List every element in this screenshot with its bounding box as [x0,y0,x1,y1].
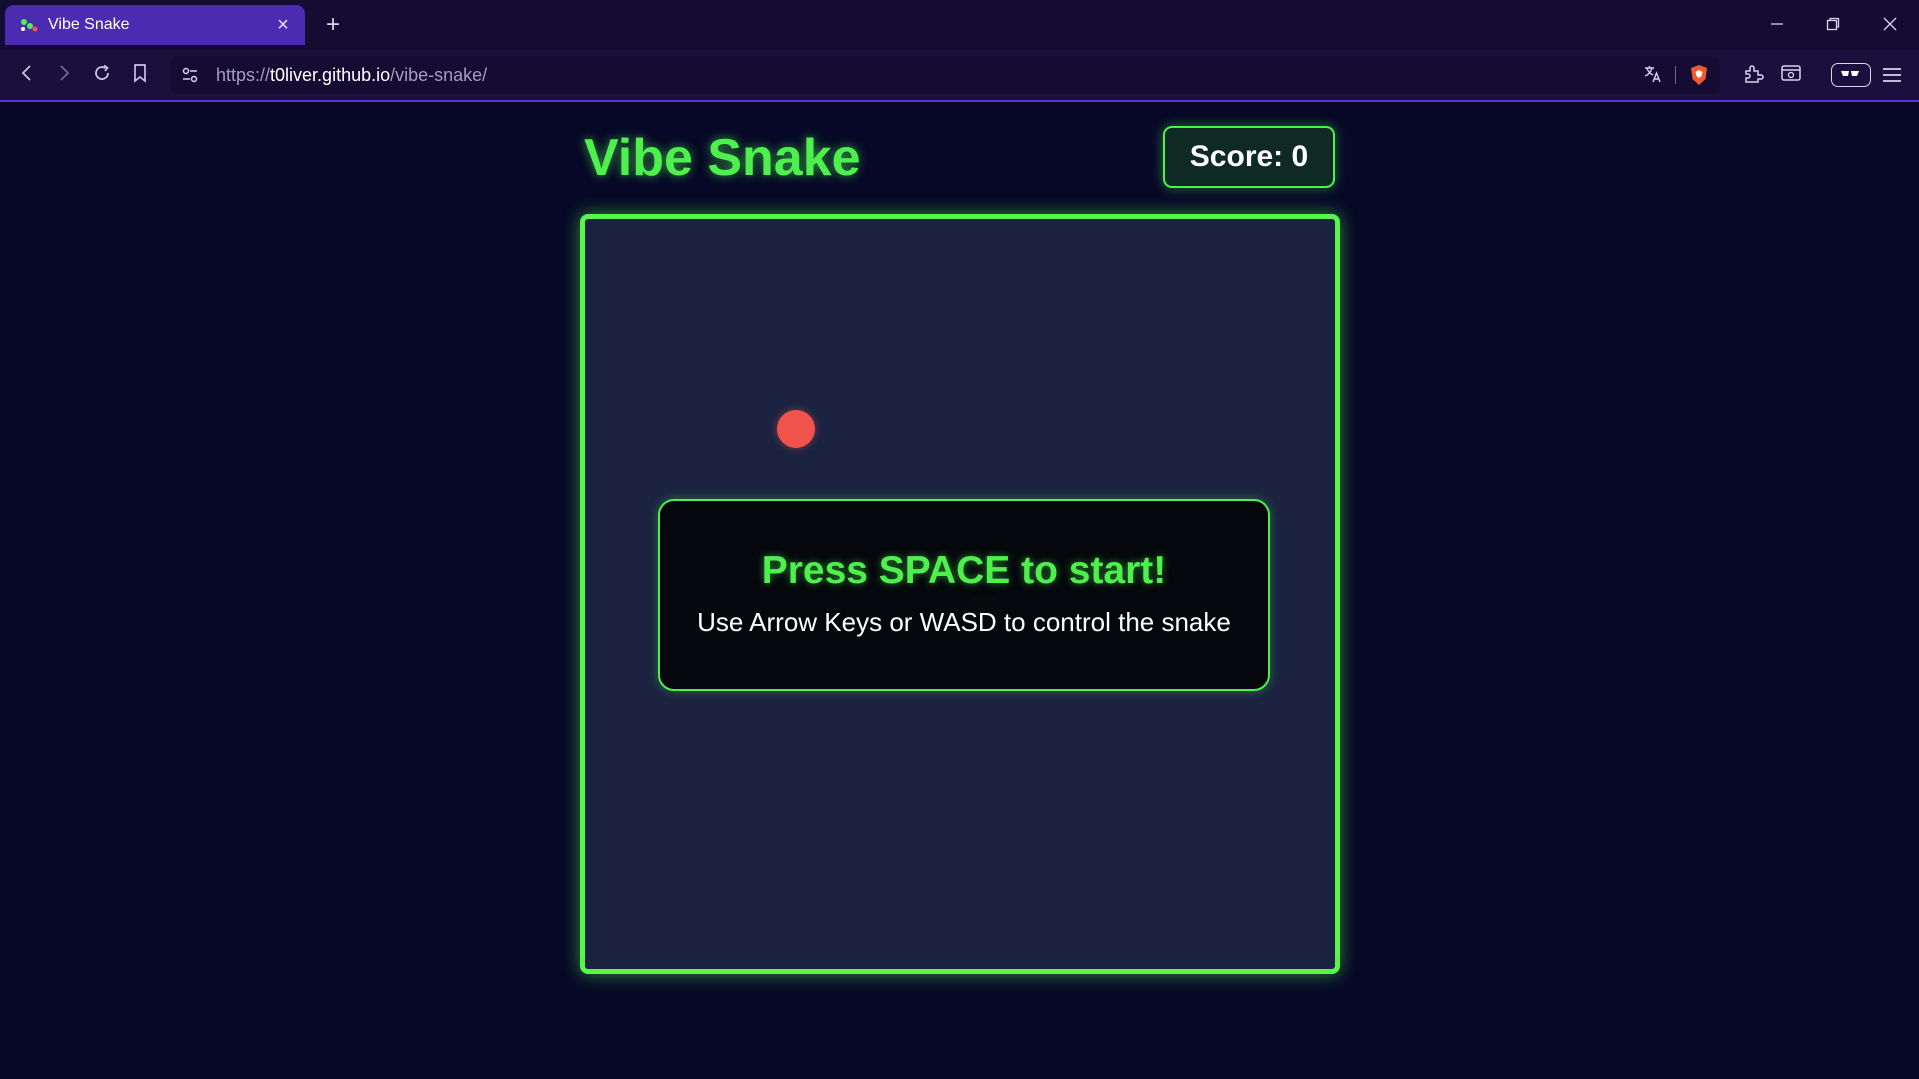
translate-icon[interactable] [1642,64,1664,86]
reload-icon[interactable] [89,63,115,89]
tab-title: Vibe Snake [48,16,130,33]
sidebar-icon[interactable] [1778,63,1804,89]
url-path: /vibe-snake/ [390,65,488,85]
brave-shield-icon[interactable] [1688,64,1710,86]
forward-icon[interactable] [51,63,77,89]
site-settings-icon[interactable] [180,65,200,85]
browser-toolbar: https://t0liver.github.io/vibe-snake/ [0,50,1919,102]
vpn-icon[interactable] [1831,63,1871,87]
menu-icon[interactable] [1881,65,1903,85]
bookmark-icon[interactable] [127,63,153,89]
tab-bar: Vibe Snake × + [0,0,1919,50]
extensions-icon[interactable] [1740,63,1766,89]
url-host: t0liver.github.io [270,65,391,85]
game-board[interactable]: Press SPACE to start! Use Arrow Keys or … [580,214,1340,974]
start-prompt: Press SPACE to start! [761,549,1167,592]
back-icon[interactable] [14,63,40,89]
minimize-icon[interactable] [1757,10,1797,40]
active-tab[interactable]: Vibe Snake × [5,5,305,45]
window-close-icon[interactable] [1870,10,1910,40]
url-divider [1675,66,1676,84]
new-tab-plus-icon[interactable]: + [320,12,346,38]
food-apple [777,410,815,448]
score-display: Score: 0 [1163,126,1335,188]
tab-close-icon[interactable]: × [273,15,293,35]
page-title: Vibe Snake [584,129,861,187]
start-overlay: Press SPACE to start! Use Arrow Keys or … [658,499,1270,691]
address-bar[interactable]: https://t0liver.github.io/vibe-snake/ [170,56,1720,94]
url-text[interactable]: https://t0liver.github.io/vibe-snake/ [216,65,487,86]
snake-favicon-icon [21,19,38,32]
url-scheme: https:// [216,65,271,85]
restore-icon[interactable] [1813,10,1853,40]
controls-hint: Use Arrow Keys or WASD to control the sn… [697,607,1231,637]
